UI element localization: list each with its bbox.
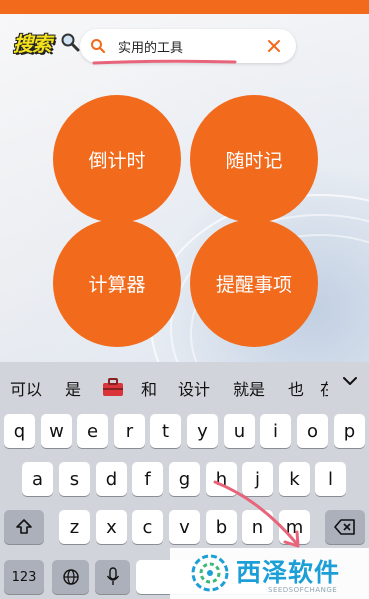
watermark-subtitle: SEEDSOFCHANGE <box>268 586 338 594</box>
key-n[interactable]: n <box>242 510 273 544</box>
globe-icon <box>62 569 79 585</box>
key-p[interactable]: p <box>334 414 365 448</box>
backspace-key[interactable] <box>325 510 365 544</box>
key-z[interactable]: z <box>59 510 90 544</box>
key-d[interactable]: d <box>96 462 127 496</box>
key-b[interactable]: b <box>206 510 237 544</box>
tile-countdown[interactable]: 倒计时 <box>53 95 181 223</box>
key-m[interactable]: m <box>279 510 310 544</box>
candidate-word[interactable]: 也 <box>288 376 304 400</box>
key-u[interactable]: u <box>224 414 255 448</box>
key-i[interactable]: i <box>260 414 291 448</box>
tile-label: 计算器 <box>88 273 146 296</box>
tile-reminders[interactable]: 提醒事项 <box>190 219 318 347</box>
key-g[interactable]: g <box>169 462 200 496</box>
key-k[interactable]: k <box>279 462 310 496</box>
search-logo: 搜索 <box>13 32 52 56</box>
key-s[interactable]: s <box>59 462 90 496</box>
candidate-word[interactable]: 就是 <box>233 376 265 400</box>
tile-calculator[interactable]: 计算器 <box>53 219 181 347</box>
top-status-bar <box>0 0 369 14</box>
watermark-logo-icon <box>191 554 229 592</box>
key-v[interactable]: v <box>169 510 200 544</box>
key-r[interactable]: r <box>114 414 145 448</box>
shift-icon <box>16 519 32 534</box>
search-query-text: 实用的工具 <box>118 41 184 56</box>
app-background <box>0 14 369 362</box>
chevron-down-icon[interactable] <box>341 374 359 388</box>
key-y[interactable]: y <box>187 414 218 448</box>
candidate-word[interactable]: 设计 <box>178 376 210 400</box>
candidate-word[interactable]: 和 <box>141 376 157 400</box>
magnifier-icon <box>61 33 80 52</box>
toolbox-icon[interactable] <box>102 377 124 397</box>
key-a[interactable]: a <box>22 462 53 496</box>
highlight-underline <box>92 59 237 65</box>
key-c[interactable]: c <box>132 510 163 544</box>
close-icon[interactable] <box>266 38 282 54</box>
candidate-word[interactable]: 在 <box>320 376 328 400</box>
backspace-icon <box>334 519 355 535</box>
tile-label: 随时记 <box>225 149 283 172</box>
key-w[interactable]: w <box>41 414 72 448</box>
watermark-title: 西泽软件 <box>236 558 341 587</box>
globe-key[interactable] <box>52 560 89 594</box>
tile-label: 倒计时 <box>88 149 146 172</box>
key-t[interactable]: t <box>150 414 181 448</box>
numbers-key[interactable]: 123 <box>4 560 44 594</box>
search-icon <box>91 39 106 54</box>
key-o[interactable]: o <box>297 414 328 448</box>
key-h[interactable]: h <box>206 462 237 496</box>
key-x[interactable]: x <box>96 510 127 544</box>
tile-quick-note[interactable]: 随时记 <box>190 95 318 223</box>
key-j[interactable]: j <box>242 462 273 496</box>
key-f[interactable]: f <box>132 462 163 496</box>
key-q[interactable]: q <box>4 414 35 448</box>
candidate-word[interactable]: 是 <box>65 376 81 400</box>
microphone-key[interactable] <box>95 560 130 594</box>
candidate-bar: 可以 是 和 设计 就是 也 在 <box>0 362 369 408</box>
microphone-icon <box>106 567 119 585</box>
shift-key[interactable] <box>4 510 44 544</box>
candidate-word[interactable]: 可以 <box>10 376 42 400</box>
key-l[interactable]: l <box>315 462 346 496</box>
key-e[interactable]: e <box>77 414 108 448</box>
tile-label: 提醒事项 <box>215 273 292 296</box>
